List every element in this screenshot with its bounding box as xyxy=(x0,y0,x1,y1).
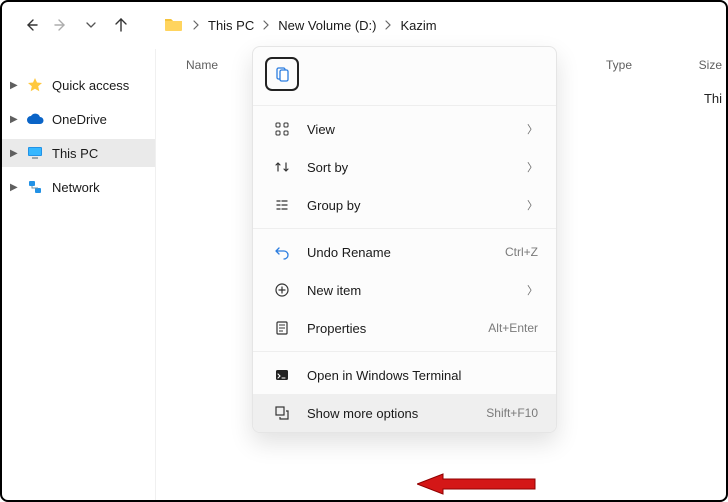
menu-separator xyxy=(253,228,556,229)
star-icon xyxy=(26,76,44,94)
sidebar-item-onedrive[interactable]: ▶ OneDrive xyxy=(2,105,155,133)
group-icon xyxy=(271,197,293,213)
cloud-icon xyxy=(26,110,44,128)
expand-icon xyxy=(271,405,293,421)
ctx-item-label: Properties xyxy=(307,321,488,336)
chevron-right-icon: 〉 xyxy=(527,159,538,175)
ctx-item-label: Group by xyxy=(307,198,527,213)
monitor-icon xyxy=(26,144,44,162)
sort-icon xyxy=(271,159,293,175)
ctx-item-label: Open in Windows Terminal xyxy=(307,368,538,383)
chevron-right-icon: 〉 xyxy=(527,197,538,213)
sidebar-item-quick-access[interactable]: ▶ Quick access xyxy=(2,71,155,99)
paste-icon xyxy=(273,65,291,83)
breadcrumb[interactable]: This PC New Volume (D:) Kazim xyxy=(164,16,441,35)
navigation-pane: ▶ Quick access ▶ OneDrive ▶ This PC ▶ xyxy=(2,49,155,500)
ctx-shortcut: Ctrl+Z xyxy=(505,245,538,259)
ctx-item-show-more-options[interactable]: Show more options Shift+F10 xyxy=(253,394,556,432)
ctx-item-undo-rename[interactable]: Undo Rename Ctrl+Z xyxy=(253,233,556,271)
ctx-item-label: View xyxy=(307,122,527,137)
column-header-size[interactable]: Size xyxy=(671,58,726,72)
nav-back-button[interactable] xyxy=(16,10,46,40)
ctx-item-label: Undo Rename xyxy=(307,245,505,260)
context-menu: View 〉 Sort by 〉 Group by 〉 Undo Rename … xyxy=(252,46,557,433)
paste-button[interactable] xyxy=(265,57,299,91)
grid-icon xyxy=(271,121,293,137)
ctx-shortcut: Shift+F10 xyxy=(486,406,538,420)
chevron-right-icon xyxy=(262,20,270,30)
breadcrumb-item[interactable]: Kazim xyxy=(396,16,440,35)
chevron-right-icon: 〉 xyxy=(527,282,538,298)
sidebar-item-label: This PC xyxy=(52,146,98,161)
ctx-item-view[interactable]: View 〉 xyxy=(253,110,556,148)
network-icon xyxy=(26,178,44,196)
ctx-item-label: New item xyxy=(307,283,527,298)
ctx-shortcut: Alt+Enter xyxy=(488,321,538,335)
column-header-type[interactable]: Type xyxy=(576,58,671,72)
ctx-item-label: Sort by xyxy=(307,160,527,175)
chevron-right-icon[interactable]: ▶ xyxy=(10,182,22,193)
nav-recent-dropdown[interactable] xyxy=(76,10,106,40)
ctx-item-new[interactable]: New item 〉 xyxy=(253,271,556,309)
breadcrumb-item[interactable]: This PC xyxy=(204,16,258,35)
sidebar-item-network[interactable]: ▶ Network xyxy=(2,173,155,201)
sidebar-item-label: Quick access xyxy=(52,78,129,93)
nav-up-button[interactable] xyxy=(106,10,136,40)
menu-separator xyxy=(253,105,556,106)
menu-separator xyxy=(253,351,556,352)
chevron-right-icon xyxy=(384,20,392,30)
ctx-item-label: Show more options xyxy=(307,406,486,421)
properties-icon xyxy=(271,320,293,336)
chevron-right-icon[interactable]: ▶ xyxy=(10,114,22,125)
folder-icon xyxy=(164,16,182,34)
plus-circle-icon xyxy=(271,282,293,298)
nav-forward-button[interactable] xyxy=(46,10,76,40)
ctx-item-properties[interactable]: Properties Alt+Enter xyxy=(253,309,556,347)
chevron-right-icon: 〉 xyxy=(527,121,538,137)
chevron-right-icon[interactable]: ▶ xyxy=(10,148,22,159)
breadcrumb-item[interactable]: New Volume (D:) xyxy=(274,16,380,35)
ctx-item-group-by[interactable]: Group by 〉 xyxy=(253,186,556,224)
terminal-icon xyxy=(271,367,293,383)
undo-icon xyxy=(271,244,293,260)
toolbar: This PC New Volume (D:) Kazim xyxy=(2,2,726,48)
ctx-item-open-terminal[interactable]: Open in Windows Terminal xyxy=(253,356,556,394)
empty-folder-text: Thi xyxy=(704,91,722,106)
chevron-right-icon xyxy=(192,20,200,30)
sidebar-item-label: OneDrive xyxy=(52,112,107,127)
ctx-item-sort-by[interactable]: Sort by 〉 xyxy=(253,148,556,186)
chevron-right-icon[interactable]: ▶ xyxy=(10,80,22,91)
sidebar-item-label: Network xyxy=(52,180,100,195)
sidebar-item-this-pc[interactable]: ▶ This PC xyxy=(2,139,155,167)
